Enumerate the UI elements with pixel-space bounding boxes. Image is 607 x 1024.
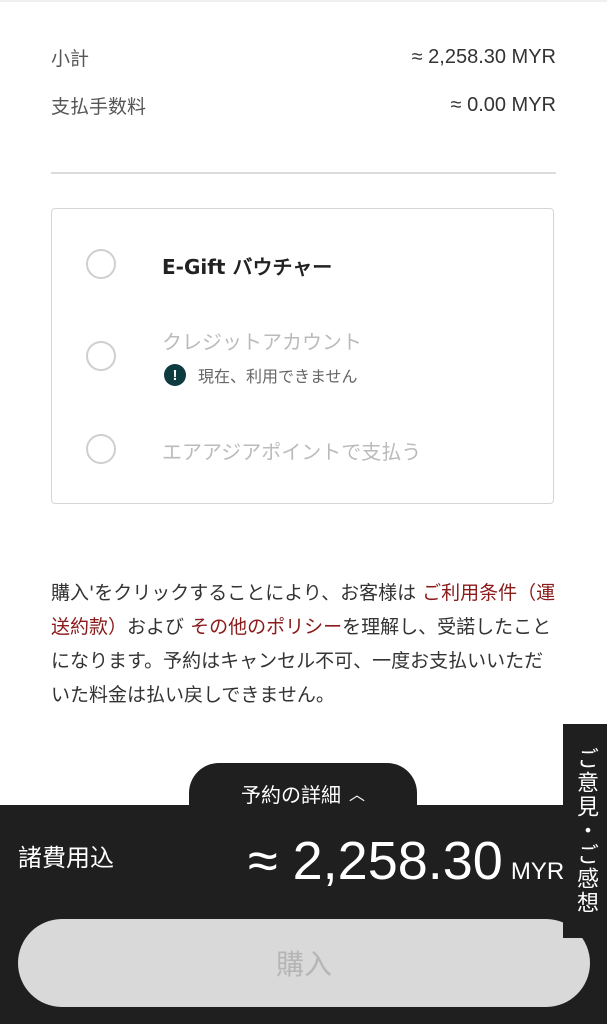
subtotal-label: 小計 bbox=[51, 48, 90, 70]
egift-label: E-Gift バウチャー bbox=[162, 255, 333, 279]
terms-text: 購入'をクリックすることにより、お客様は ご利用条件（運送約款）および その他の… bbox=[51, 576, 561, 712]
chevron-up-icon: ︿ bbox=[348, 785, 365, 804]
fee-label: 支払手数料 bbox=[51, 96, 147, 118]
details-tab-label: 予約の詳細 bbox=[240, 782, 341, 807]
feedback-tab[interactable]: ご意見・ご感想 bbox=[563, 724, 607, 938]
total-amount-value: ≈ 2,258.30 bbox=[248, 831, 503, 891]
subtotal-row: 小計 ≈ 2,258.30 MYR bbox=[51, 44, 556, 71]
credit-unavailable-note: ! 現在、利用できません bbox=[164, 363, 358, 387]
terms-part2: および bbox=[127, 616, 191, 638]
top-divider bbox=[0, 0, 607, 2]
total-amount: ≈ 2,258.30 MYR bbox=[248, 830, 578, 892]
terms-part1: 購入'をクリックすることにより、お客様は bbox=[51, 582, 423, 604]
total-label: 諸費用込 bbox=[18, 844, 114, 872]
fee-row: 支払手数料 ≈ 0.00 MYR bbox=[51, 92, 556, 119]
credit-label: クレジットアカウント bbox=[162, 330, 362, 354]
airasia-radio[interactable] bbox=[86, 434, 116, 464]
credit-radio bbox=[86, 341, 116, 371]
payment-options-box: E-Gift バウチャー クレジットアカウント ! 現在、利用できません エアア… bbox=[51, 208, 554, 504]
summary-divider bbox=[51, 172, 556, 174]
booking-details-tab[interactable]: 予約の詳細 ︿ bbox=[189, 763, 417, 823]
fee-value: ≈ 0.00 MYR bbox=[450, 94, 556, 116]
credit-note-text: 現在、利用できません bbox=[198, 367, 358, 386]
airasia-label: エアアジアポイントで支払う bbox=[162, 440, 422, 464]
exclamation-circle-icon: ! bbox=[164, 364, 186, 386]
total-currency: MYR bbox=[510, 858, 565, 885]
buy-button[interactable]: 購入 bbox=[18, 919, 590, 1007]
other-policies-link[interactable]: その他のポリシー bbox=[190, 616, 342, 638]
subtotal-value: ≈ 2,258.30 MYR bbox=[411, 46, 556, 68]
egift-radio[interactable] bbox=[86, 249, 116, 279]
